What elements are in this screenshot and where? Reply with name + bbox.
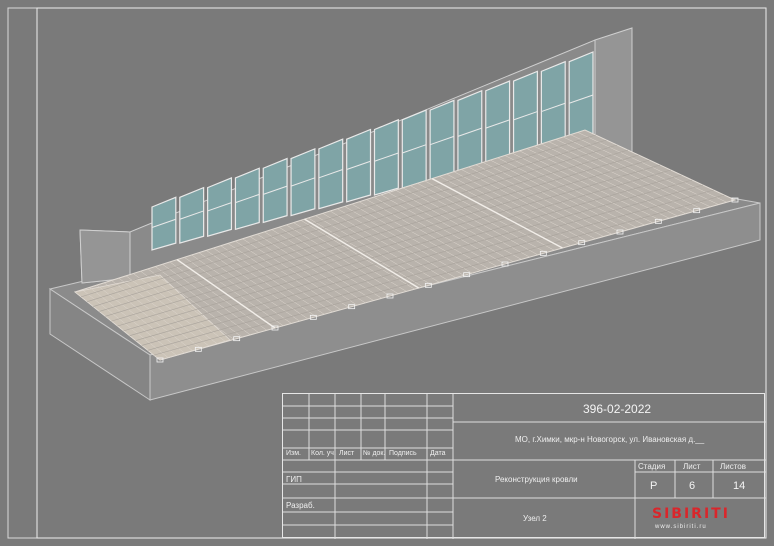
col-signature: Подпись xyxy=(389,450,417,457)
logo-website: www.sibiriti.ru xyxy=(655,524,707,530)
sheets-value: 14 xyxy=(733,480,746,492)
title-block: Изм. Кол. уч. Лист № док. Подпись Дата Г… xyxy=(282,393,766,539)
node-name: Узел 2 xyxy=(523,514,547,523)
project-code: 396-02-2022 xyxy=(583,402,652,416)
drawing-sheet: Изм. Кол. уч. Лист № док. Подпись Дата Г… xyxy=(0,0,774,546)
col-kol-uch: Кол. уч. xyxy=(311,450,336,457)
sibiriti-logo: SIBIRITI xyxy=(652,506,730,522)
sheet-label: Лист xyxy=(683,462,701,471)
role-developer: Разраб. xyxy=(286,501,315,510)
sheets-label: Листов xyxy=(720,462,746,471)
col-date: Дата xyxy=(430,450,446,457)
project-name: Реконструкция кровли xyxy=(495,475,578,484)
col-izm: Изм. xyxy=(286,450,301,457)
stage-value: Р xyxy=(650,480,658,492)
role-gip: ГИП xyxy=(286,475,302,484)
project-address: МО, г.Химки, мкр-н Новогорск, ул. Иванов… xyxy=(515,435,705,444)
col-doc-no: № док. xyxy=(363,450,386,457)
stage-label: Стадия xyxy=(638,462,666,471)
col-list: Лист xyxy=(339,450,355,457)
sheet-value: 6 xyxy=(689,480,696,492)
